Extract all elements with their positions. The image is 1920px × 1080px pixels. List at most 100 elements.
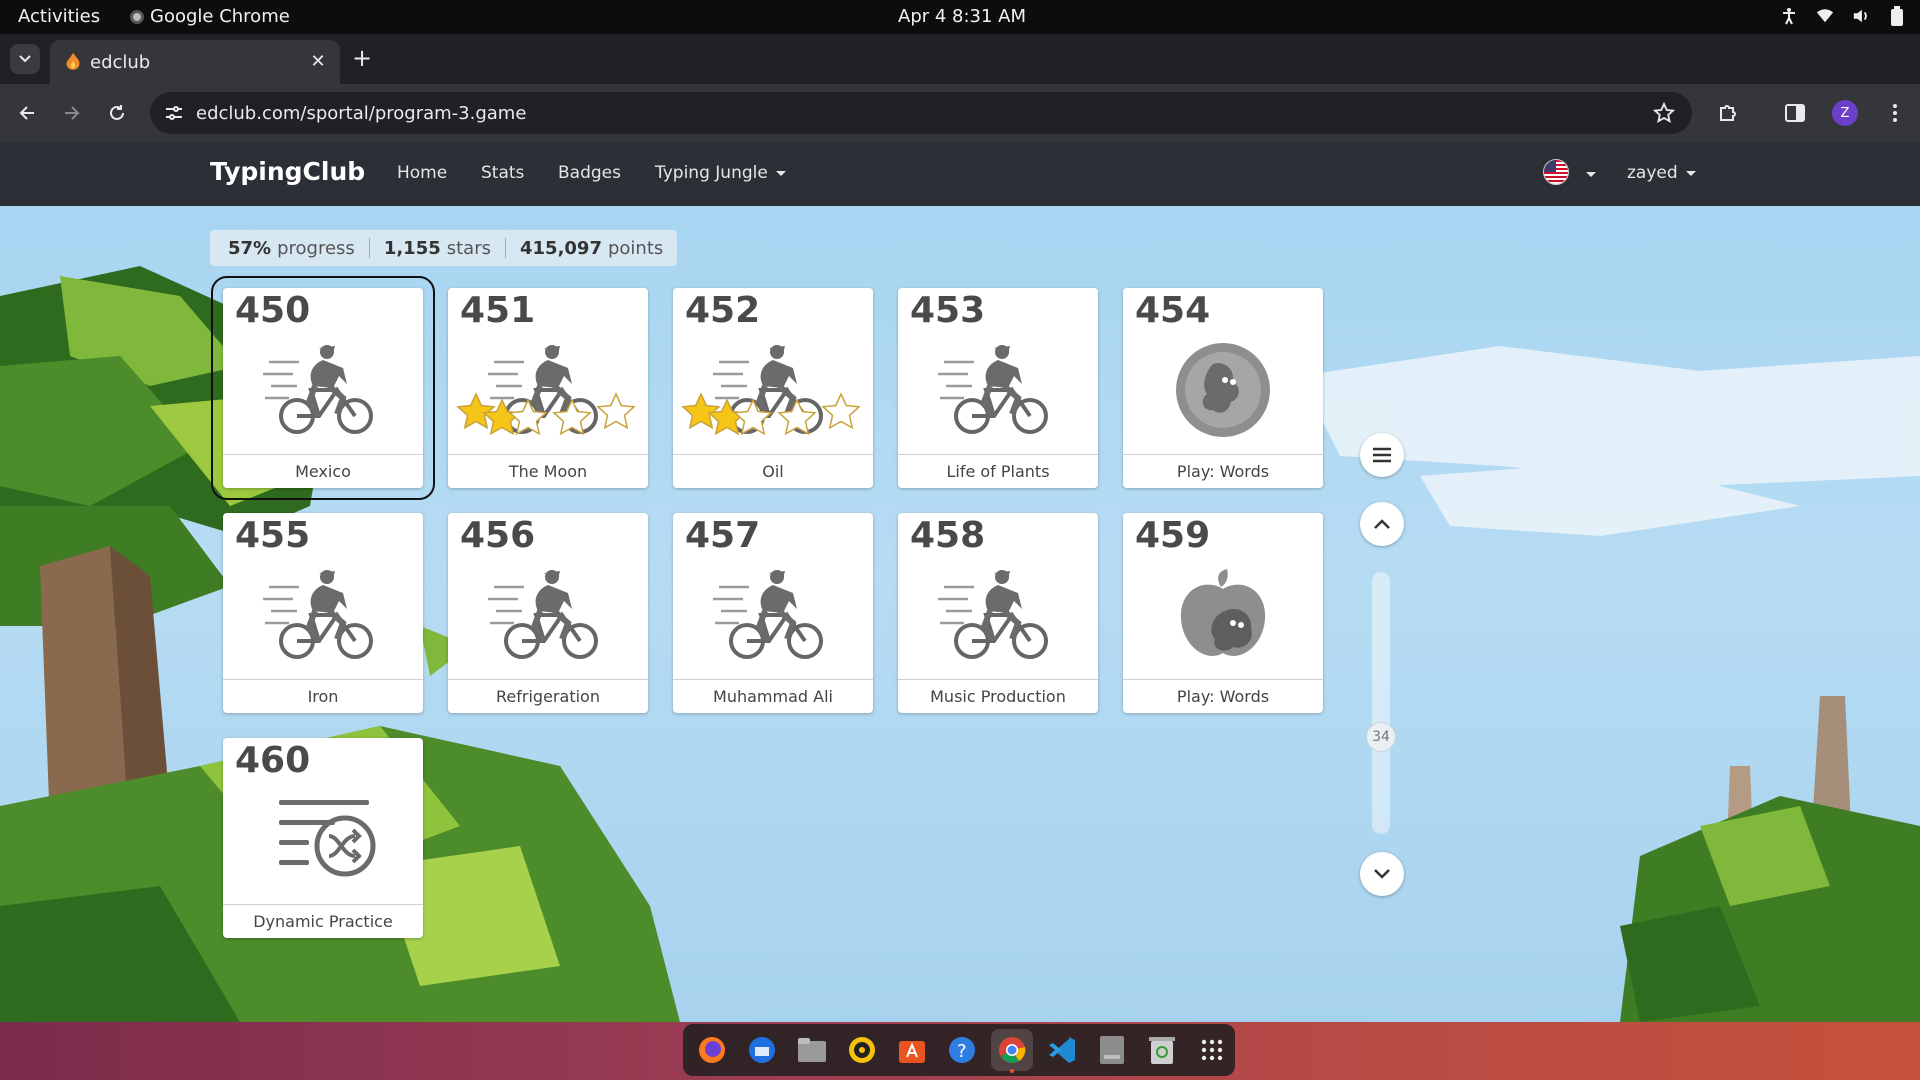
ubuntu-dock: ? (683, 1024, 1235, 1076)
browser-toolbar: edclub.com/sportal/program-3.game Z (0, 84, 1920, 142)
new-tab-button[interactable]: + (352, 46, 372, 70)
bookmark-star-icon[interactable] (1652, 101, 1676, 125)
scroll-thumb[interactable]: 34 (1366, 722, 1396, 752)
lesson-title: Life of Plants (898, 454, 1098, 488)
address-bar[interactable]: edclub.com/sportal/program-3.game (150, 92, 1692, 134)
wifi-icon[interactable] (1816, 7, 1834, 25)
accessibility-icon[interactable] (1780, 7, 1798, 25)
forward-button[interactable] (57, 98, 87, 128)
browser-tab[interactable]: edclub ✕ (50, 40, 340, 84)
lesson-title: Refrigeration (448, 679, 648, 713)
lesson-number: 454 (1135, 290, 1211, 331)
caret-down-icon (775, 170, 786, 176)
system-tray[interactable] (1780, 6, 1906, 26)
scroll-track[interactable] (1372, 572, 1390, 834)
extensions-button[interactable] (1713, 98, 1743, 128)
divider (505, 238, 506, 258)
forward-arrow-icon (65, 106, 80, 120)
cyclist-icon (263, 567, 383, 667)
lesson-card[interactable]: 455 Iron (223, 513, 423, 713)
star-rating (681, 392, 865, 438)
lesson-card[interactable]: 453 Life of Plants (898, 288, 1098, 488)
lesson-card[interactable]: 454 Play: Words (1123, 288, 1323, 488)
star-rating (456, 392, 640, 438)
lesson-card[interactable]: 456 Refrigeration (448, 513, 648, 713)
trash-icon[interactable] (1141, 1029, 1183, 1071)
disk-icon[interactable] (1091, 1029, 1133, 1071)
game-apple-icon (1180, 569, 1266, 656)
lesson-card[interactable]: 457 Muhammad Ali (673, 513, 873, 713)
nav-home[interactable]: Home (397, 163, 447, 183)
thunderbird-icon[interactable] (741, 1029, 783, 1071)
chevron-down-icon (19, 55, 31, 63)
files-icon[interactable] (791, 1029, 833, 1071)
chevron-down-icon (1374, 869, 1390, 879)
nav-typing-jungle-dropdown[interactable]: Typing Jungle (655, 163, 786, 183)
puzzle-icon (1720, 105, 1736, 121)
caret-down-icon (1685, 170, 1696, 176)
shuffle-practice-icon (279, 800, 376, 877)
app-center-icon[interactable] (891, 1029, 933, 1071)
firefox-icon[interactable] (691, 1029, 733, 1071)
lesson-map: 57% progress 1,155 stars 415,097 points … (0, 206, 1920, 1022)
lesson-card[interactable]: 459 Play: Words (1123, 513, 1323, 713)
lesson-card[interactable]: 450 Mexico (211, 276, 435, 500)
menu-button[interactable] (1360, 433, 1404, 477)
lesson-title: Play: Words (1123, 679, 1323, 713)
clock[interactable]: Apr 4 8:31 AM (898, 6, 1026, 27)
lesson-number: 450 (235, 290, 311, 331)
volume-icon[interactable] (1852, 7, 1870, 25)
scroll-down-button[interactable] (1360, 852, 1404, 896)
scroll-up-button[interactable] (1360, 502, 1404, 546)
close-tab-icon[interactable]: ✕ (306, 49, 330, 73)
username: zayed (1627, 163, 1678, 183)
us-flag-icon[interactable] (1543, 159, 1569, 185)
tab-search-button[interactable] (10, 44, 40, 74)
help-icon[interactable]: ? (941, 1029, 983, 1071)
lesson-number: 459 (1135, 515, 1211, 556)
app-menu[interactable]: Google Chrome (130, 6, 290, 27)
kebab-menu-icon (1893, 104, 1897, 122)
nav-stats[interactable]: Stats (481, 163, 524, 183)
cyclist-icon (263, 342, 383, 442)
reload-button[interactable] (102, 98, 132, 128)
side-panel-button[interactable] (1780, 98, 1810, 128)
chrome-icon[interactable] (991, 1029, 1033, 1073)
app-name: Google Chrome (150, 6, 290, 27)
lesson-number: 451 (460, 290, 536, 331)
nav-typing-jungle-label: Typing Jungle (655, 163, 768, 183)
stars-count: 1,155 (383, 237, 441, 259)
site-info-icon[interactable] (164, 103, 184, 123)
lesson-card[interactable]: 458 Music Production (898, 513, 1098, 713)
chrome-menu-button[interactable] (1880, 98, 1910, 128)
reload-icon (110, 105, 124, 120)
profile-avatar[interactable]: Z (1832, 100, 1858, 126)
lesson-number: 460 (235, 740, 311, 781)
divider (368, 238, 370, 258)
lesson-card[interactable]: 452 Oil (673, 288, 873, 488)
lesson-number: 455 (235, 515, 311, 556)
progress-percent: 57% (228, 237, 272, 259)
lesson-number: 457 (685, 515, 761, 556)
back-button[interactable] (12, 98, 42, 128)
activities-button[interactable]: Activities (18, 6, 100, 27)
tab-title: edclub (90, 52, 151, 73)
language-caret-icon[interactable] (1586, 172, 1596, 177)
app-grid-icon[interactable] (1191, 1029, 1233, 1071)
lesson-number: 458 (910, 515, 986, 556)
typingclub-logo[interactable]: TypingClub (210, 157, 365, 186)
lesson-card[interactable]: 451 The Moon (448, 288, 648, 488)
lesson-number: 453 (910, 290, 986, 331)
rhythmbox-icon[interactable] (841, 1029, 883, 1071)
vscode-icon[interactable] (1041, 1029, 1083, 1071)
points-count: 415,097 (520, 237, 602, 259)
lesson-card[interactable]: 460 Dynamic Practice (223, 738, 423, 938)
lesson-title: Mexico (223, 454, 423, 488)
lesson-title: Dynamic Practice (223, 904, 423, 938)
nav-badges[interactable]: Badges (558, 163, 621, 183)
chevron-up-icon (1374, 519, 1390, 529)
user-menu[interactable]: zayed (1627, 163, 1696, 183)
battery-icon[interactable] (1888, 6, 1906, 26)
lesson-title: Music Production (898, 679, 1098, 713)
lesson-title: Iron (223, 679, 423, 713)
